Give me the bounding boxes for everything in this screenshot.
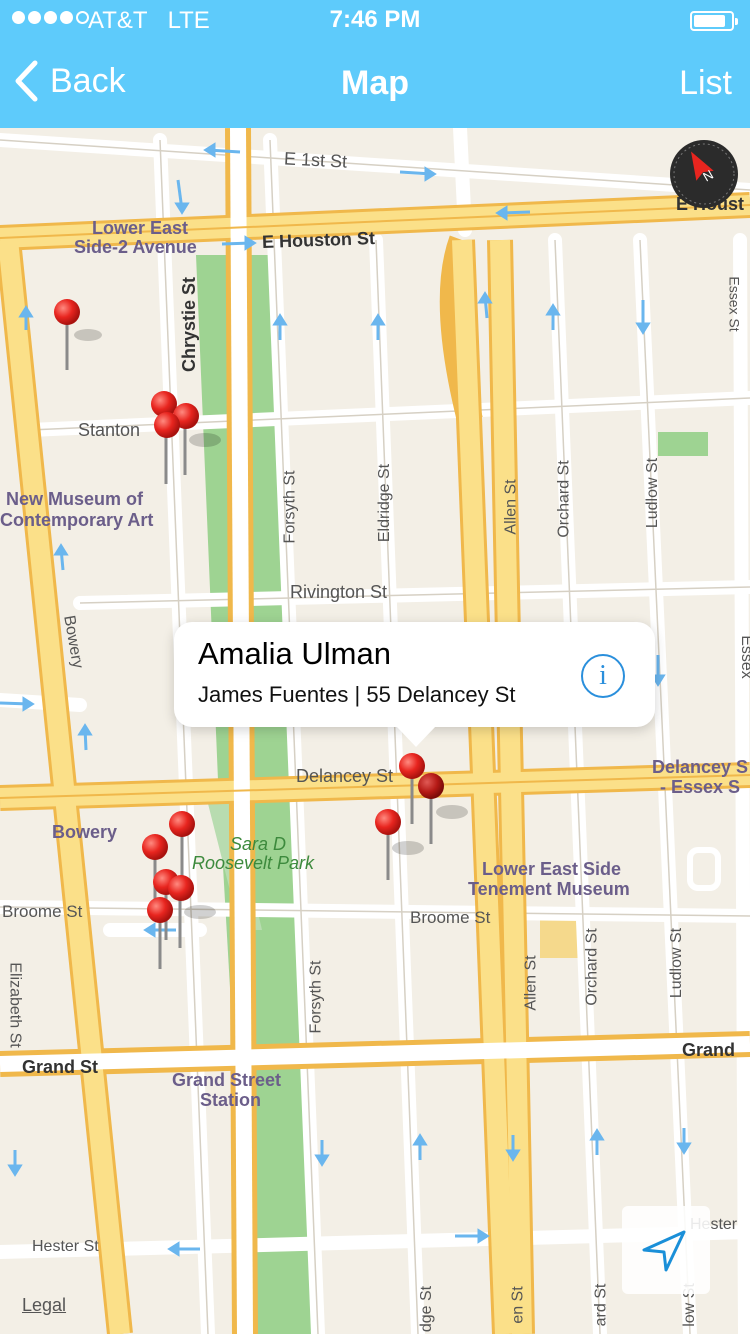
map-pin-icon[interactable] <box>154 412 180 484</box>
current-location-button[interactable] <box>622 1206 710 1294</box>
location-arrow-icon <box>642 1230 686 1272</box>
map-pin-icon[interactable] <box>418 773 468 844</box>
map-pin-icon[interactable] <box>375 809 424 880</box>
status-time: 7:46 PM <box>329 6 421 33</box>
info-icon[interactable]: i <box>581 654 625 698</box>
callout-subtitle: James Fuentes | 55 Delancey St <box>198 682 516 707</box>
callout-title: Amalia Ulman <box>198 636 391 671</box>
chevron-left-icon <box>15 60 38 102</box>
compass-icon[interactable]: N <box>668 138 740 210</box>
map-pin-icon[interactable] <box>147 897 173 969</box>
list-button[interactable]: List <box>679 64 732 103</box>
legal-link[interactable]: Legal <box>22 1295 66 1316</box>
pin-callout[interactable]: Amalia Ulman James Fuentes | 55 Delancey… <box>174 622 655 747</box>
status-bar: AT&T LTE 7:46 PM <box>0 0 750 40</box>
map-pin-icon[interactable] <box>168 875 216 948</box>
map-pin-icon[interactable] <box>173 403 221 475</box>
battery-icon <box>690 11 738 31</box>
navigation-header: AT&T LTE 7:46 PM Back Map List <box>0 0 750 128</box>
map-pin-icon[interactable] <box>54 299 102 370</box>
back-button[interactable]: Back <box>14 60 126 102</box>
back-label: Back <box>50 61 126 100</box>
map-pin-icon[interactable] <box>169 811 195 880</box>
nav-bar: Back Map List <box>0 40 750 128</box>
